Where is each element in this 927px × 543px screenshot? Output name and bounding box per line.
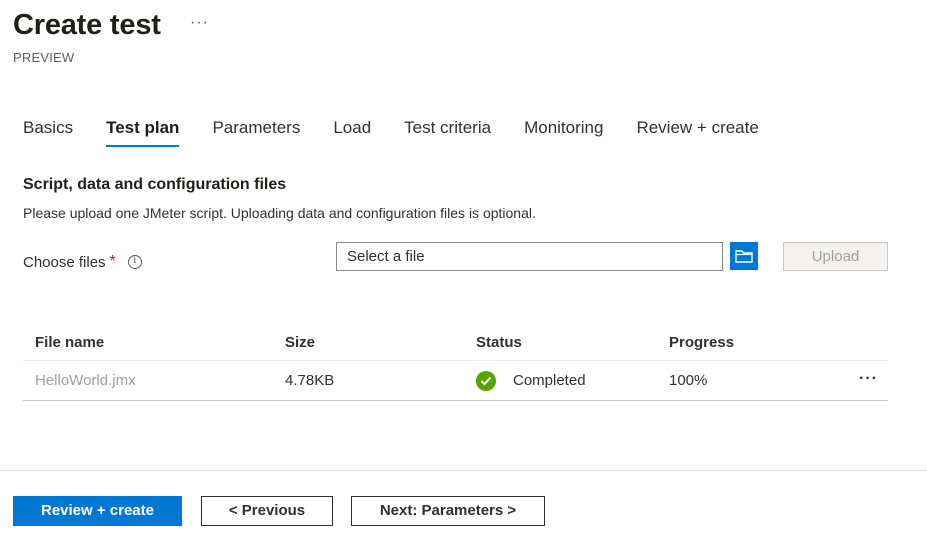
table-row: HelloWorld.jmx 4.78KB Completed 100% ··· (23, 361, 888, 401)
choose-files-label: Choose files * (23, 253, 142, 271)
previous-button[interactable]: < Previous (201, 496, 333, 526)
column-header-size[interactable]: Size (285, 334, 315, 351)
section-description: Please upload one JMeter script. Uploadi… (23, 205, 536, 221)
row-more-icon[interactable]: ··· (859, 370, 878, 388)
section-title: Script, data and configuration files (23, 176, 287, 193)
column-header-file-name[interactable]: File name (35, 334, 104, 351)
file-name-cell: HelloWorld.jmx (35, 372, 136, 389)
file-select-input[interactable]: Select a file (336, 242, 723, 271)
more-actions-icon[interactable]: ··· (190, 14, 209, 32)
folder-icon (735, 250, 753, 263)
table-header: File name Size Status Progress (23, 324, 888, 361)
info-icon[interactable] (127, 255, 142, 269)
tab-review-create[interactable]: Review + create (636, 117, 758, 149)
upload-button[interactable]: Upload (783, 242, 888, 271)
status-cell: Completed (476, 370, 586, 391)
review-create-button[interactable]: Review + create (13, 496, 182, 526)
tab-monitoring[interactable]: Monitoring (524, 117, 603, 149)
tab-load[interactable]: Load (333, 117, 371, 149)
file-size-cell: 4.78KB (285, 372, 335, 389)
folder-browse-button[interactable] (730, 242, 758, 270)
next-parameters-button[interactable]: Next: Parameters > (351, 496, 545, 526)
tab-parameters[interactable]: Parameters (212, 117, 300, 149)
column-header-progress[interactable]: Progress (669, 334, 734, 351)
files-table: File name Size Status Progress HelloWorl… (23, 324, 888, 401)
tab-bar: Basics Test plan Parameters Load Test cr… (23, 117, 792, 149)
choose-files-text: Choose files (23, 253, 106, 271)
required-marker: * (109, 253, 116, 270)
page-title: Create test (13, 9, 161, 41)
column-header-status[interactable]: Status (476, 334, 522, 351)
success-check-icon (476, 370, 496, 391)
status-text: Completed (513, 372, 586, 389)
progress-cell: 100% (669, 372, 708, 389)
tab-basics[interactable]: Basics (23, 117, 73, 149)
page-subtitle: PREVIEW (13, 50, 75, 65)
tab-test-plan[interactable]: Test plan (106, 117, 180, 149)
tab-test-criteria[interactable]: Test criteria (404, 117, 491, 149)
footer-divider (0, 470, 927, 471)
